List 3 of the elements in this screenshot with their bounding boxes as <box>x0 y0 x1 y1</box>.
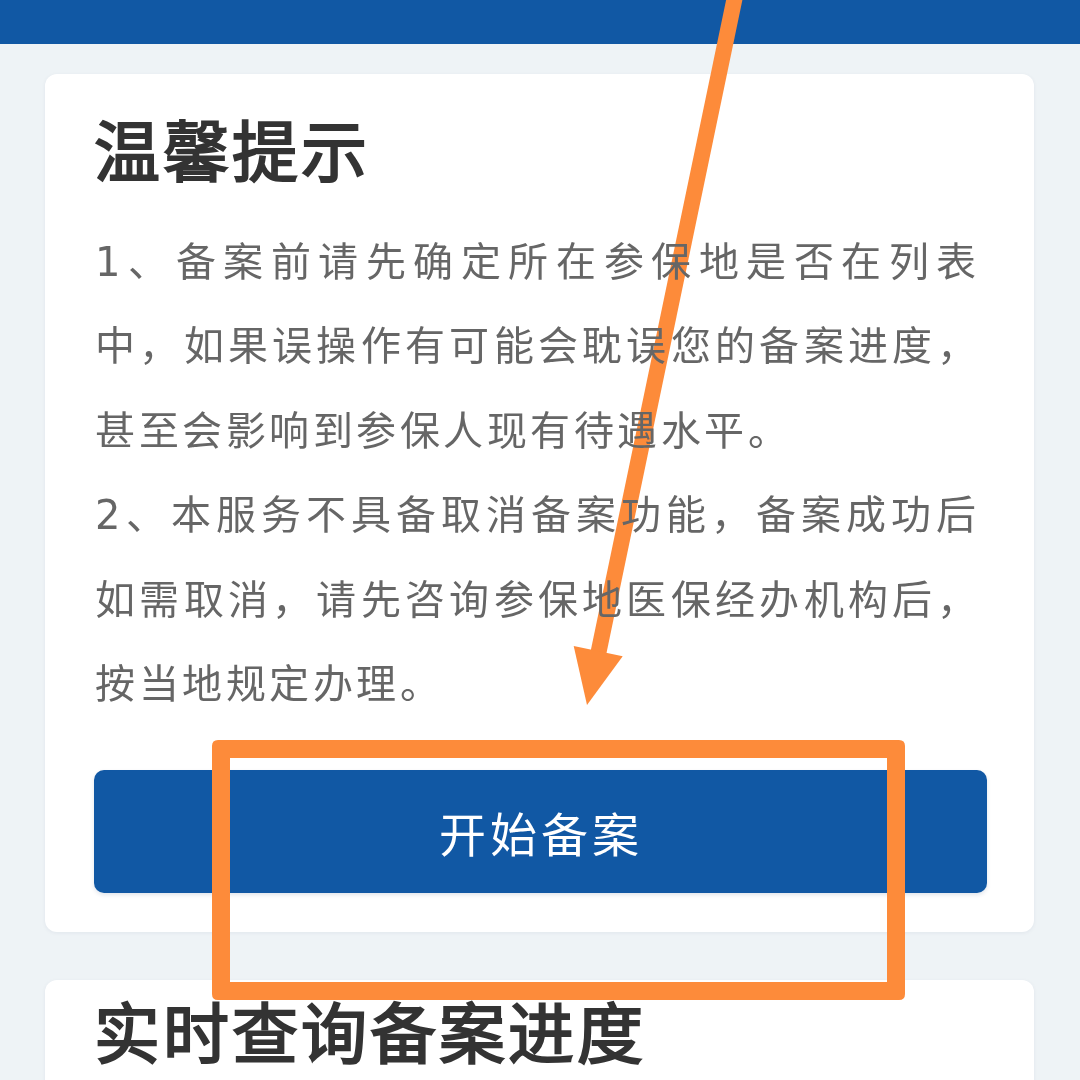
start-filing-button[interactable]: 开始备案 <box>94 770 987 894</box>
card-title: 实时查询备案进度 <box>94 1002 646 1071</box>
card-title: 温馨提示 <box>94 115 370 193</box>
